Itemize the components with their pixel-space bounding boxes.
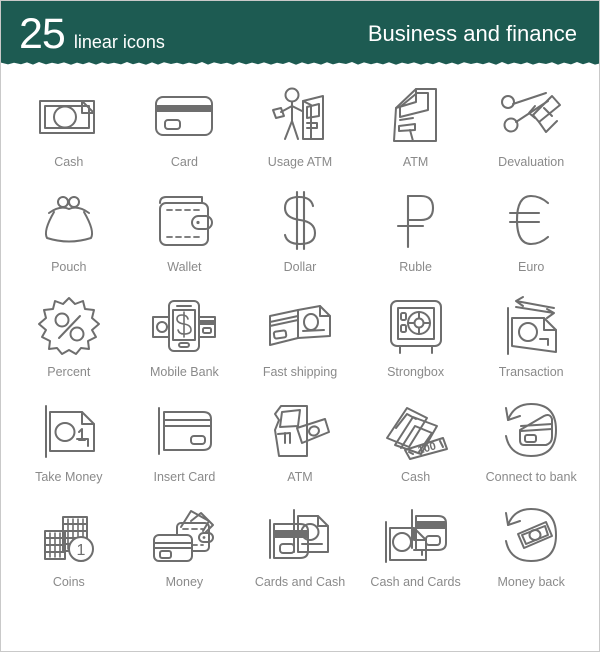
icon-set-page: 25 linear icons Business and finance Cas… [0, 0, 600, 652]
icon-cell-connect-to-bank[interactable]: Connect to bank [473, 396, 589, 501]
icon-cell-devaluation[interactable]: Devaluation [473, 81, 589, 186]
icon-cell-euro[interactable]: Euro [473, 186, 589, 291]
icon-cell-cards-and-cash[interactable]: Cards and Cash [242, 501, 358, 606]
atm-machine-icon [380, 83, 452, 149]
icon-cell-cash-stack[interactable]: 100 Cash [358, 396, 474, 501]
insert-card-icon [148, 398, 220, 464]
icon-label: Cards and Cash [254, 575, 346, 589]
coin-purse-icon [33, 188, 105, 254]
icon-label: Fast shipping [262, 365, 338, 379]
take-money-banknote-icon [33, 398, 105, 464]
icon-label: Take Money [35, 470, 103, 484]
icon-label: ATM [402, 155, 429, 169]
icon-cell-coins[interactable]: 1 Coins [11, 501, 127, 606]
icon-label: Strongbox [387, 365, 445, 379]
euro-sign-icon [495, 188, 567, 254]
header-left-group: 25 linear icons [19, 9, 165, 58]
mobile-banking-icon [148, 293, 220, 359]
card-front-cash-back-icon [264, 503, 336, 569]
icon-label: Transaction [498, 365, 564, 379]
icon-cell-fast-shipping[interactable]: Fast shipping [242, 291, 358, 396]
icon-count: 25 [19, 9, 66, 58]
icon-label: Euro [517, 260, 545, 274]
dollar-sign-icon [264, 188, 336, 254]
icon-label: Card [170, 155, 198, 169]
coin-denomination: 1 [76, 542, 85, 559]
banknote-icon [33, 83, 105, 149]
icon-cell-cash-and-cards[interactable]: Cash and Cards [358, 501, 474, 606]
icon-label: Usage ATM [267, 155, 333, 169]
card-refresh-circle-icon [495, 398, 567, 464]
cash-front-card-back-icon [380, 503, 452, 569]
icon-cell-usage-atm[interactable]: Usage ATM [242, 81, 358, 186]
icon-label: Money back [497, 575, 565, 589]
icon-cell-wallet[interactable]: Wallet [127, 186, 243, 291]
wallet-icon [148, 188, 220, 254]
card-and-banknote-folded-icon [264, 293, 336, 359]
ruble-sign-icon [380, 188, 452, 254]
icon-cell-mobile-bank[interactable]: Mobile Bank [127, 291, 243, 396]
banknote-stack-100-icon: 100 [380, 398, 452, 464]
torn-edge-decoration [1, 62, 599, 67]
icon-label: Coins [52, 575, 85, 589]
icon-label: Connect to bank [485, 470, 577, 484]
icon-label: Cash and Cards [370, 575, 461, 589]
icon-label: Pouch [51, 260, 87, 274]
icon-label: Cash [54, 155, 84, 169]
icon-label: Ruble [399, 260, 432, 274]
icon-cell-insert-card[interactable]: Insert Card [127, 396, 243, 501]
icon-cell-atm-slot[interactable]: ATM [242, 396, 358, 501]
icon-cell-take-money[interactable]: Take Money [11, 396, 127, 501]
credit-card-icon [148, 83, 220, 149]
icon-label: Percent [47, 365, 91, 379]
atm-slot-with-cash-icon [264, 398, 336, 464]
icon-cell-money-back[interactable]: Money back [473, 501, 589, 606]
icon-grid: Cash Card Usage ATM ATM Devaluation Pouc… [1, 67, 599, 612]
icon-cell-cash[interactable]: Cash [11, 81, 127, 186]
icon-cell-transaction[interactable]: Transaction [473, 291, 589, 396]
icon-label: Wallet [167, 260, 202, 274]
banknote-exchange-arrows-icon [495, 293, 567, 359]
icon-cell-strongbox[interactable]: Strongbox [358, 291, 474, 396]
person-at-atm-icon [264, 83, 336, 149]
icon-label: Dollar [283, 260, 317, 274]
icon-label: Devaluation [498, 155, 565, 169]
percent-badge-icon [33, 293, 105, 359]
icon-cell-pouch[interactable]: Pouch [11, 186, 127, 291]
page-header: 25 linear icons Business and finance [1, 1, 599, 67]
icon-count-subtitle: linear icons [73, 31, 165, 52]
icon-label: ATM [287, 470, 313, 484]
icon-label: Cash [401, 470, 431, 484]
wallet-and-card-icon [148, 503, 220, 569]
page-title: Business and finance [367, 21, 577, 46]
icon-cell-card[interactable]: Card [127, 81, 243, 186]
safe-box-icon [380, 293, 452, 359]
icon-cell-money[interactable]: Money [127, 501, 243, 606]
icon-cell-ruble[interactable]: Ruble [358, 186, 474, 291]
coin-stacks-icon: 1 [33, 503, 105, 569]
banknote-denomination: 100 [416, 440, 437, 457]
banknote-refresh-circle-icon [495, 503, 567, 569]
icon-label: Money [165, 575, 204, 589]
icon-cell-dollar[interactable]: Dollar [242, 186, 358, 291]
icon-label: Mobile Bank [149, 365, 219, 379]
icon-cell-percent[interactable]: Percent [11, 291, 127, 396]
scissors-cutting-banknote-icon [495, 83, 567, 149]
icon-label: Insert Card [153, 470, 216, 484]
icon-cell-atm[interactable]: ATM [358, 81, 474, 186]
